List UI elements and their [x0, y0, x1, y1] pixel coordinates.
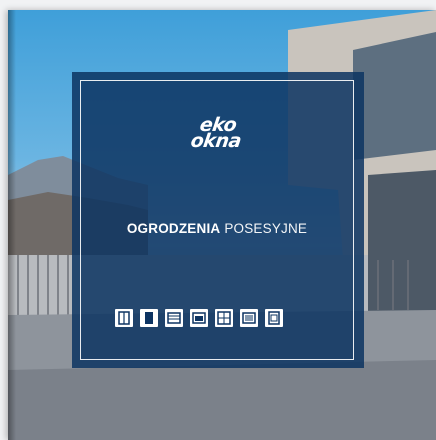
- door-icon: [140, 309, 158, 327]
- catalog-title: OGRODZENIA POSESYJNE: [81, 221, 353, 236]
- catalog-title-bold: OGRODZENIA: [126, 221, 221, 236]
- cover-frame: eko okna OGRODZENIA POSESYJNE: [80, 80, 354, 360]
- gate-icon: [265, 309, 283, 327]
- brand-line-2: okna: [189, 130, 243, 152]
- catalog-title-light: POSESYJNE: [224, 221, 308, 236]
- cover-spine-shadow: [8, 10, 16, 440]
- brand-logo: eko okna: [79, 114, 355, 152]
- product-icons-row: [115, 309, 283, 327]
- blinds-icon: [240, 309, 258, 327]
- shutter-icon: [165, 309, 183, 327]
- window-single-icon: [115, 309, 133, 327]
- garage-door-icon: [190, 309, 208, 327]
- window-double-icon: [215, 309, 233, 327]
